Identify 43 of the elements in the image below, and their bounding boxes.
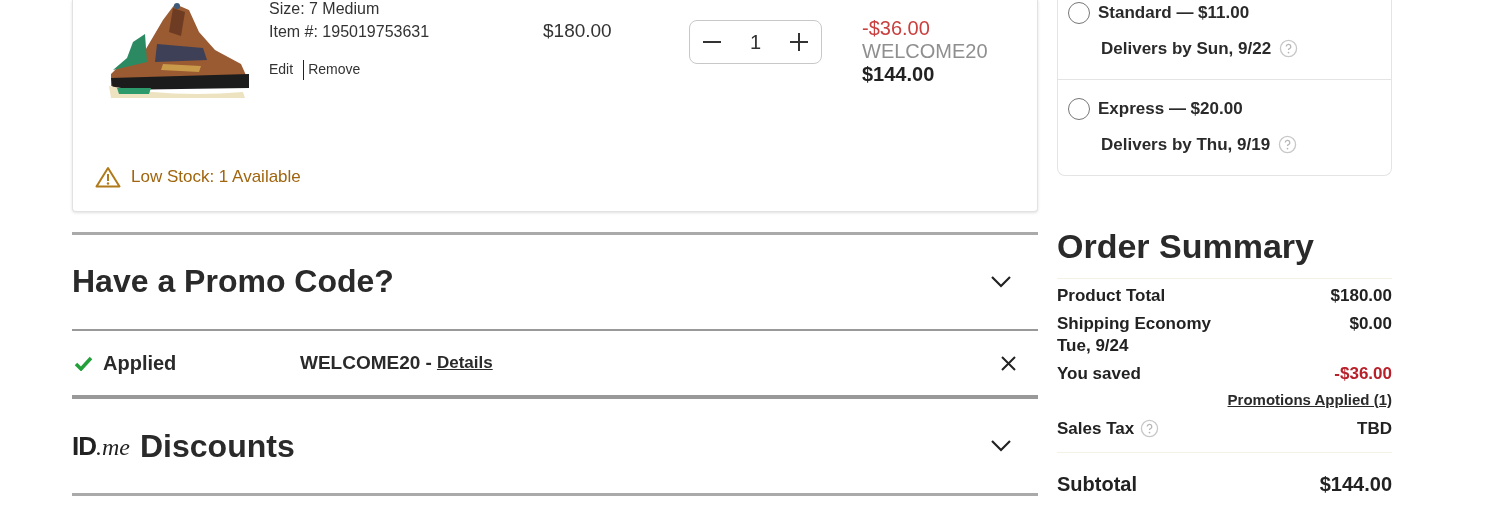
- promotions-applied-link[interactable]: Promotions Applied (1): [1227, 389, 1392, 412]
- low-stock-text: Low Stock: 1 Available: [131, 166, 301, 188]
- shipping-option-label: Standard — $11.00: [1098, 2, 1250, 24]
- delivery-date: Delivers by Thu, 9/19: [1101, 133, 1271, 156]
- close-icon: [1000, 355, 1016, 371]
- plus-icon: [790, 33, 808, 51]
- summary-label: Product Total: [1057, 285, 1166, 307]
- summary-label: You saved: [1057, 363, 1141, 385]
- summary-sublabel: Tue, 9/24: [1057, 335, 1130, 357]
- details-link[interactable]: Details: [436, 350, 493, 376]
- warning-icon: [95, 165, 121, 188]
- delivery-date: Delivers by Sun, 9/22: [1101, 37, 1272, 60]
- shipping-option-label: Express — $20.00: [1098, 98, 1243, 120]
- remove-promo-button[interactable]: [998, 353, 1018, 373]
- summary-label: Sales Tax: [1057, 417, 1135, 440]
- discount-amount: -$36.00: [862, 17, 931, 40]
- subtotal-label: Subtotal: [1057, 471, 1137, 497]
- applied-code: WELCOME20 -: [300, 350, 432, 375]
- promo-code-text: WELCOME20: [862, 40, 988, 63]
- section-title: Discounts: [140, 427, 295, 466]
- order-summary-title: Order Summary: [1057, 226, 1315, 266]
- discounts-accordion-header[interactable]: ID.me Discounts: [72, 399, 1038, 493]
- summary-value: $0.00: [1349, 313, 1392, 335]
- checkmark-icon: [74, 355, 93, 371]
- promo-accordion-header[interactable]: Have a Promo Code?: [72, 235, 1038, 329]
- quantity-value: 1: [749, 30, 762, 55]
- summary-value: TBD: [1357, 417, 1392, 440]
- quantity-stepper[interactable]: 1: [689, 20, 822, 64]
- unit-price: $180.00: [543, 19, 613, 43]
- remove-link[interactable]: Remove: [308, 59, 361, 80]
- discounted-price: $144.00: [862, 63, 936, 86]
- summary-label: Shipping Economy: [1057, 313, 1211, 335]
- minus-icon: [703, 41, 721, 43]
- subtotal-value: $144.00: [1319, 471, 1392, 497]
- savings-value: -$36.00: [1334, 363, 1392, 385]
- chevron-down-icon[interactable]: [990, 275, 1012, 289]
- idme-logo: ID.me: [72, 429, 130, 463]
- summary-value: $180.00: [1330, 285, 1392, 307]
- chevron-down-icon[interactable]: [990, 439, 1012, 453]
- edit-link[interactable]: Edit: [269, 59, 294, 80]
- applied-status: Applied: [103, 351, 178, 376]
- item-number: Item #: 195019753631: [269, 22, 431, 42]
- size-text: Size: 7 Medium: [269, 0, 381, 18]
